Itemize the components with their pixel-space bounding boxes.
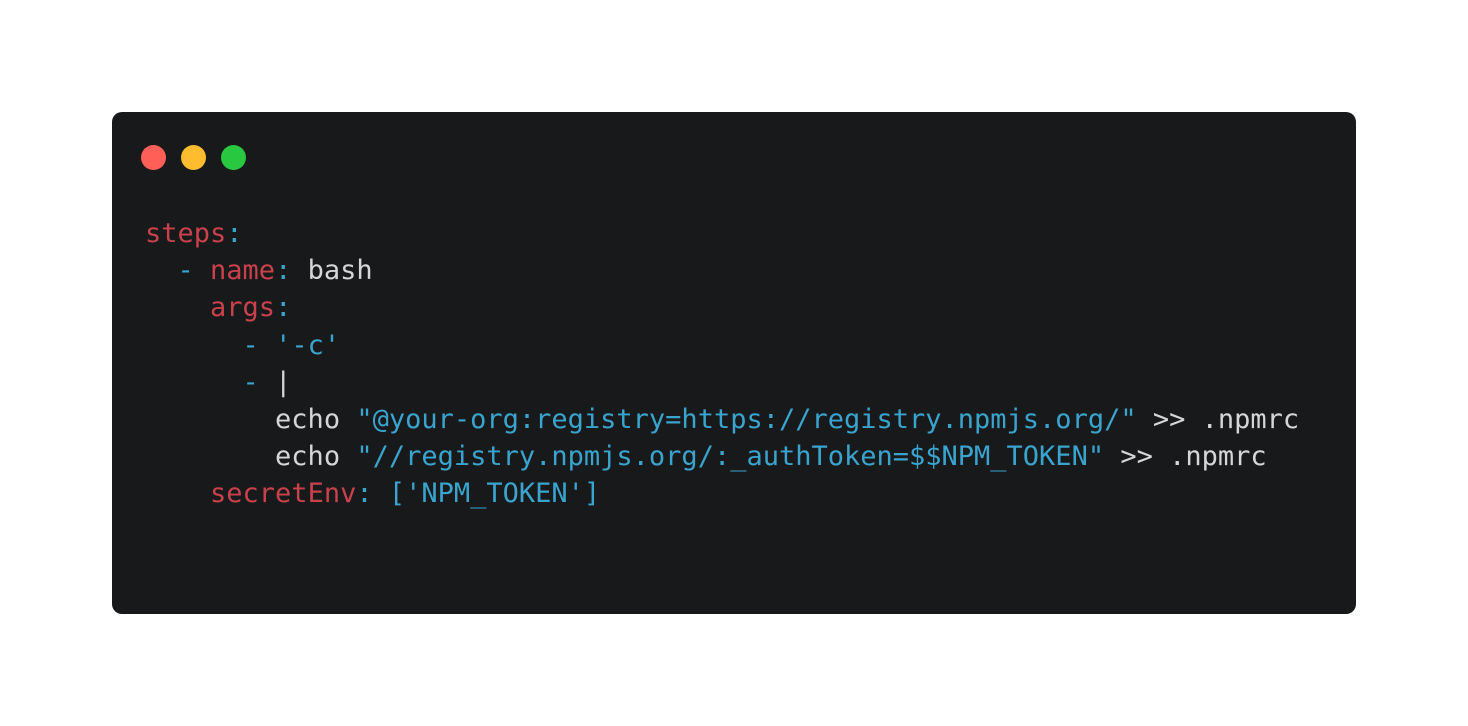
- code-token-punc: :: [226, 218, 243, 249]
- maximize-dot-icon[interactable]: [221, 145, 246, 170]
- code-token-str: "//registry.npmjs.org/:_authToken=$$NPM_…: [356, 441, 1105, 473]
- code-token-plain: |: [275, 366, 292, 398]
- code-line: steps:: [145, 215, 1299, 252]
- code-line: - |: [145, 364, 1299, 401]
- code-token-punc: :: [275, 292, 292, 324]
- code-token-punc: :: [275, 255, 308, 287]
- code-token-punc: :: [356, 478, 389, 510]
- code-block: steps: - name: bash args: - '-c' - | ech…: [145, 215, 1299, 513]
- code-line: secretEnv: ['NPM_TOKEN']: [145, 475, 1299, 512]
- code-token-plain: echo: [275, 441, 357, 473]
- code-token-str: ['NPM_TOKEN']: [388, 478, 601, 510]
- code-token-punc: -: [242, 366, 276, 398]
- code-token-plain: >> .npmrc: [1104, 441, 1267, 473]
- code-token-plain: >> .npmrc: [1136, 403, 1300, 435]
- code-token-str: '-c': [275, 329, 341, 361]
- code-line: args:: [145, 289, 1299, 326]
- code-line: echo "//registry.npmjs.org/:_authToken=$…: [145, 438, 1299, 475]
- code-token-plain: echo: [275, 403, 357, 435]
- code-token-key: name: [210, 255, 276, 287]
- code-line: echo "@your-org:registry=https://registr…: [145, 401, 1299, 438]
- minimize-dot-icon[interactable]: [181, 145, 206, 170]
- code-token-punc: -: [177, 255, 211, 287]
- code-token-key: args: [210, 292, 276, 324]
- close-dot-icon[interactable]: [141, 145, 166, 170]
- code-line: - '-c': [145, 327, 1299, 364]
- code-token-punc: -: [242, 329, 276, 361]
- code-line: - name: bash: [145, 252, 1299, 289]
- code-token-key: steps: [145, 218, 227, 249]
- code-token-plain: bash: [307, 255, 373, 287]
- code-token-str: "@your-org:registry=https://registry.npm…: [356, 403, 1137, 435]
- code-window: steps: - name: bash args: - '-c' - | ech…: [112, 112, 1356, 614]
- code-token-key: secretEnv: [210, 478, 357, 510]
